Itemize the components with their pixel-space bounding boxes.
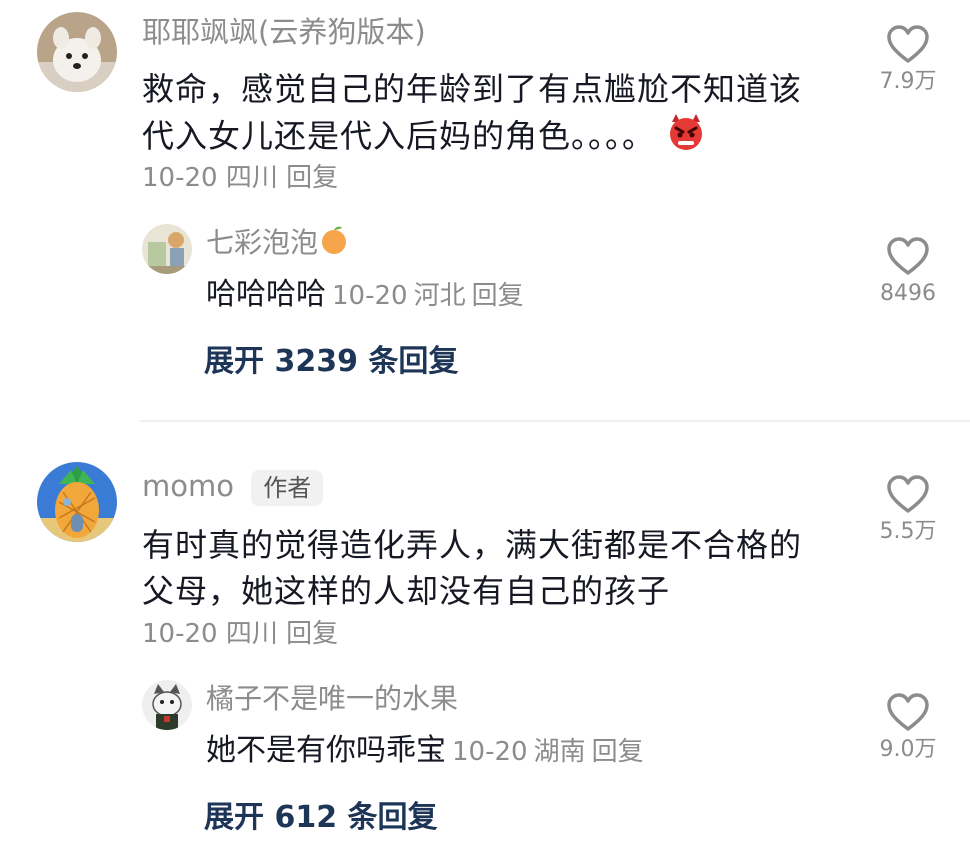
comment-username[interactable]: 耶耶飒飒(云养狗版本)	[142, 14, 426, 50]
orange-fruit-emoji-icon	[318, 224, 350, 264]
reply-date: 10-20	[332, 281, 408, 311]
comment-text: 有时真的觉得造化弄人，满大街都是不合格的父母，她这样的人却没有自己的孩子	[142, 526, 803, 610]
author-badge: 作者	[251, 470, 324, 506]
comment-username[interactable]: momo	[142, 469, 234, 503]
pineapple-house-avatar[interactable]	[37, 462, 117, 542]
expand-replies-button[interactable]: 展开 3239 条回复	[204, 342, 458, 382]
heart-icon	[887, 693, 929, 731]
cartoon-illustration-avatar[interactable]	[142, 224, 192, 274]
like-count: 5.5万	[879, 519, 937, 544]
like-count: 9.0万	[879, 737, 937, 762]
comment-meta: 10-20 四川 回复	[142, 618, 338, 650]
reply-text: 她不是有你吗乖宝 10-20 湖南 回复	[206, 732, 644, 771]
comment-meta: 10-20 四川 回复	[142, 162, 338, 194]
comment-date: 10-20	[142, 163, 218, 193]
reply-location: 湖南	[533, 737, 586, 767]
like-count: 7.9万	[879, 69, 937, 94]
comment-location: 四川	[225, 163, 278, 193]
heart-icon	[887, 475, 929, 513]
cat-avatar[interactable]	[142, 680, 192, 730]
reply-button[interactable]: 回复	[592, 737, 644, 767]
comment-date: 10-20	[142, 619, 218, 649]
reply-button[interactable]: 回复	[472, 281, 524, 311]
reply-button[interactable]: 回复	[286, 162, 338, 194]
reply-text-content: 哈哈哈哈	[206, 277, 326, 312]
heart-icon	[887, 25, 929, 63]
expand-replies-button[interactable]: 展开 612 条回复	[204, 798, 438, 838]
like-button[interactable]: 7.9万	[868, 24, 948, 96]
comment-location: 四川	[225, 619, 278, 649]
comment-text: 救命，感觉自己的年龄到了有点尴尬不知道该代入女儿还是代入后妈的角色。。。。	[142, 66, 822, 164]
like-count: 8496	[880, 281, 936, 306]
reply-date: 10-20	[452, 737, 528, 767]
reply-username[interactable]: 七彩泡泡	[206, 226, 318, 259]
reply-username[interactable]: 橘子不是唯一的水果	[206, 682, 458, 716]
comment-divider	[140, 420, 970, 422]
samoyed-dog-avatar[interactable]	[37, 12, 117, 92]
heart-icon	[887, 237, 929, 275]
reply-text-content: 她不是有你吗乖宝	[206, 733, 446, 768]
reply-username-row: 七彩泡泡	[206, 224, 350, 264]
reply-location: 河北	[413, 281, 466, 311]
like-button[interactable]: 9.0万	[868, 692, 948, 764]
comment-username-row: momo 作者	[142, 468, 324, 506]
like-button[interactable]: 5.5万	[868, 474, 948, 546]
angry-devil-emoji-icon	[666, 112, 706, 164]
reply-text: 哈哈哈哈 10-20 河北 回复	[206, 276, 524, 315]
reply-button[interactable]: 回复	[286, 618, 338, 650]
like-button[interactable]: 8496	[868, 236, 948, 308]
